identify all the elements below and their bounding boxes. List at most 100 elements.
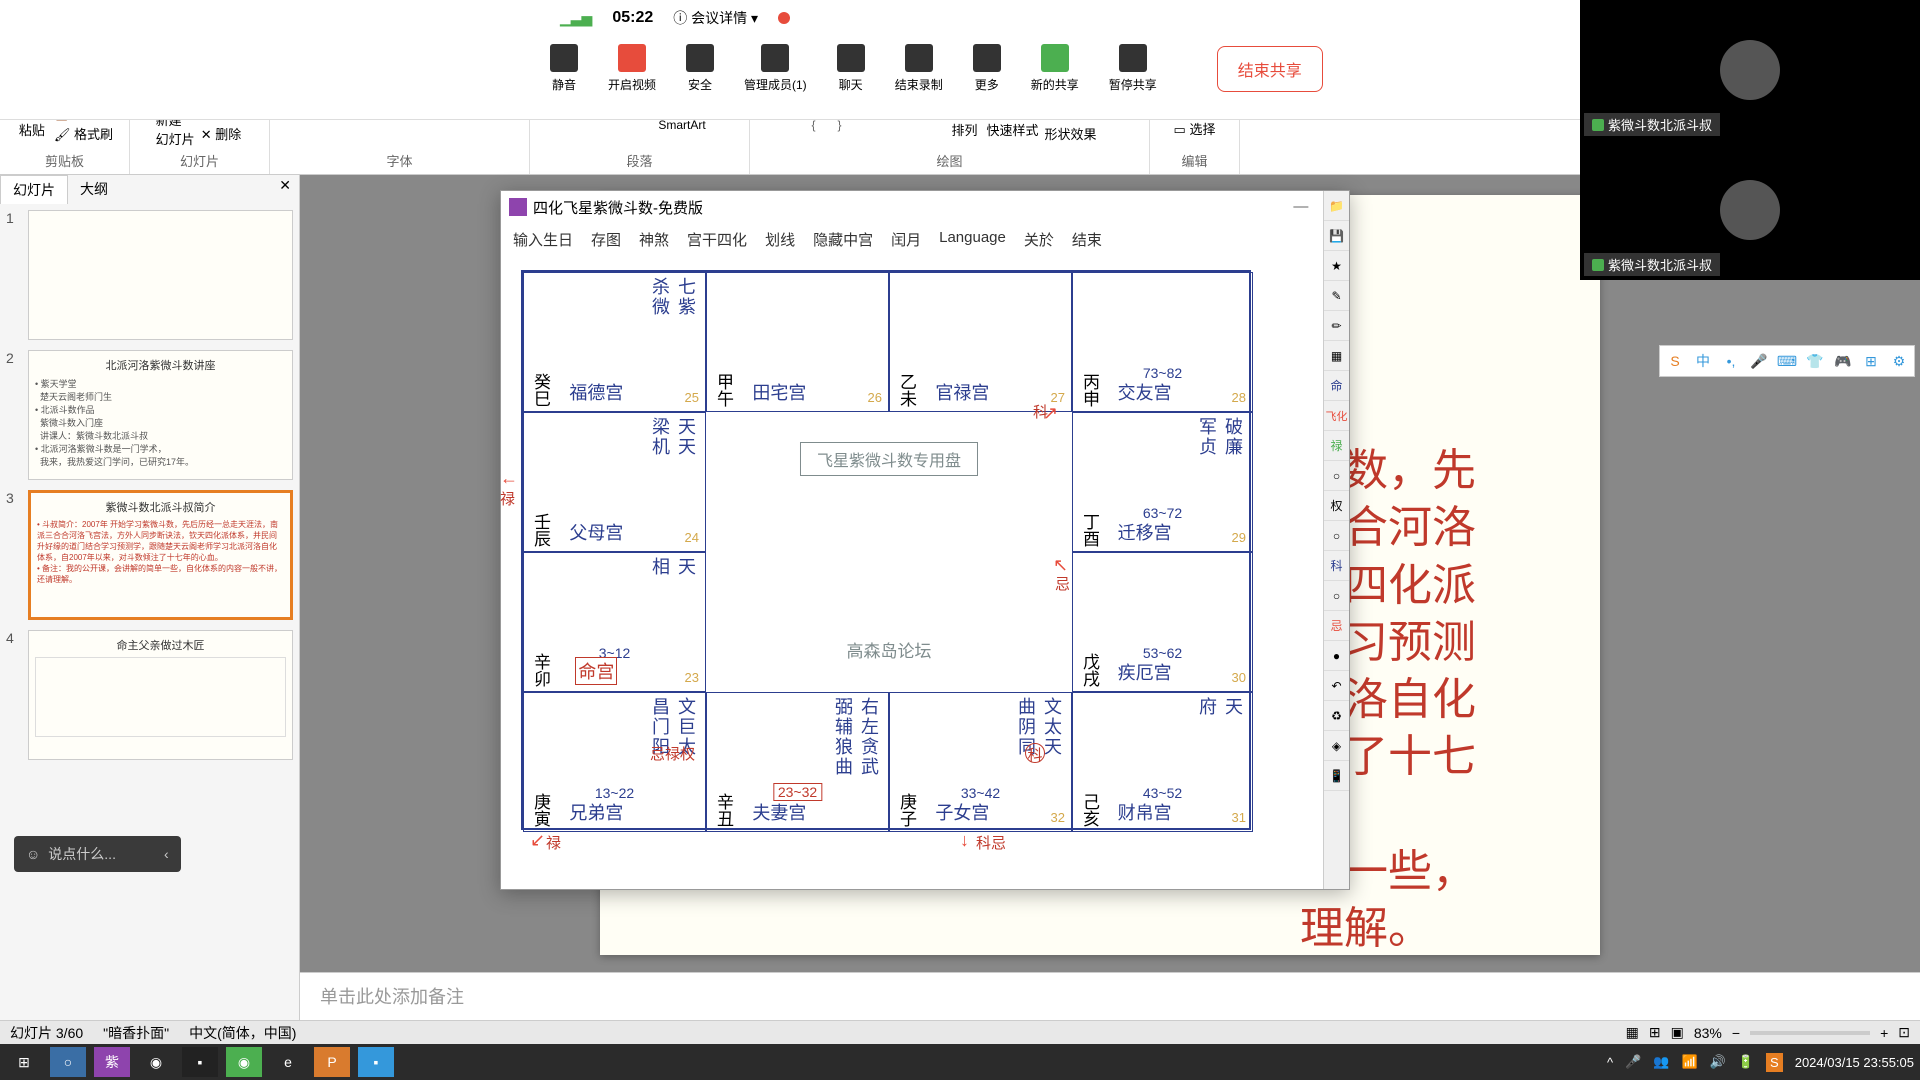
ime-voice-icon[interactable]: 🎤 (1748, 350, 1770, 372)
menu-shensha[interactable]: 神煞 (639, 229, 669, 250)
members-button[interactable]: 管理成员(1) (744, 44, 807, 93)
taskbar-browser[interactable]: e (270, 1047, 306, 1077)
taskbar-app[interactable]: ○ (50, 1047, 86, 1077)
notes-pane[interactable]: 单击此处添加备注 (300, 972, 1920, 1020)
side-undo-icon[interactable]: ↶ (1324, 671, 1349, 701)
menu-leap[interactable]: 闰月 (891, 229, 921, 250)
side-recycle-icon[interactable]: ♻ (1324, 701, 1349, 731)
say-something-bar[interactable]: ☺说点什么...‹ (14, 836, 181, 872)
pause-share-button[interactable]: 暂停共享 (1109, 44, 1157, 93)
palace-cell: 天 府 己亥 43~52 财帛宫 31 (1072, 692, 1253, 832)
side-feihua[interactable]: 飞化 (1324, 401, 1349, 431)
mic-icon (1592, 119, 1604, 131)
stop-record-button[interactable]: 结束录制 (895, 44, 943, 93)
view-slideshow-icon[interactable]: ▣ (1671, 1024, 1684, 1041)
ime-punct[interactable]: •, (1720, 350, 1742, 372)
video-button[interactable]: 开启视频 (608, 44, 656, 93)
ime-settings-icon[interactable]: ⚙ (1888, 350, 1910, 372)
security-button[interactable]: 安全 (686, 44, 714, 93)
fit-icon[interactable]: ⊡ (1898, 1024, 1910, 1041)
side-save-icon[interactable]: 💾 (1324, 221, 1349, 251)
video-participant[interactable]: 紫微斗数北派斗叔 (1580, 140, 1920, 280)
menu-lines[interactable]: 划线 (765, 229, 795, 250)
minimize-icon[interactable]: — (1293, 198, 1308, 216)
view-normal-icon[interactable]: ▦ (1626, 1024, 1639, 1041)
tray-mic-icon[interactable]: 🎤 (1625, 1054, 1641, 1070)
side-ji[interactable]: 忌 (1324, 611, 1349, 641)
side-quan[interactable]: 权 (1324, 491, 1349, 521)
slide-thumb[interactable]: 1 (6, 210, 293, 340)
window-title-bar[interactable]: 四化飞星紫微斗数-免费版 — ✕ (501, 191, 1349, 223)
zoom-out-icon[interactable]: − (1732, 1025, 1740, 1041)
menu-hide-center[interactable]: 隐藏中宫 (813, 229, 873, 250)
side-radio2[interactable]: ○ (1324, 521, 1349, 551)
ime-skin-icon[interactable]: 👕 (1804, 350, 1826, 372)
side-diamond-icon[interactable]: ◈ (1324, 731, 1349, 761)
taskbar-app[interactable]: 紫 (94, 1047, 130, 1077)
tray-datetime[interactable]: 2024/03/15 23:55:05 (1795, 1055, 1914, 1070)
side-mobile-icon[interactable]: 📱 (1324, 761, 1349, 791)
taskbar-ppt[interactable]: P (314, 1047, 350, 1077)
meeting-details-button[interactable]: ⓘ 会议详情 ▾ (673, 8, 758, 28)
delete-button[interactable]: ✕ 删除 (201, 124, 244, 143)
side-star-icon[interactable]: ★ (1324, 251, 1349, 281)
tray-ime-icon[interactable]: S (1766, 1053, 1783, 1072)
zoom-slider[interactable] (1750, 1031, 1870, 1035)
menu-language[interactable]: Language (939, 229, 1006, 250)
taskbar-wechat[interactable]: ◉ (226, 1047, 262, 1077)
ime-game-icon[interactable]: 🎮 (1832, 350, 1854, 372)
slide-thumb[interactable]: 4 命主父亲做过木匠 (6, 630, 293, 760)
side-ming[interactable]: 命 (1324, 371, 1349, 401)
tray-people-icon[interactable]: 👥 (1653, 1054, 1669, 1070)
side-ke[interactable]: 科 (1324, 551, 1349, 581)
tray-wifi-icon[interactable]: 📶 (1681, 1054, 1697, 1070)
taskbar-chrome[interactable]: ◉ (138, 1047, 174, 1077)
side-radio1[interactable]: ○ (1324, 461, 1349, 491)
side-open-icon[interactable]: 📁 (1324, 191, 1349, 221)
menu-input-birth[interactable]: 输入生日 (513, 229, 573, 250)
side-pen-icon[interactable]: ✎ (1324, 281, 1349, 311)
panel-tab-slides[interactable]: 幻灯片 (0, 175, 68, 204)
shape-effects-button[interactable]: 形状效果 (1045, 124, 1097, 143)
palace-cell: 乙未 官禄宫 27 (889, 272, 1072, 412)
view-sorter-icon[interactable]: ⊞ (1649, 1024, 1661, 1041)
side-lu[interactable]: 禄 (1324, 431, 1349, 461)
more-button[interactable]: 更多 (973, 44, 1001, 93)
menu-exit[interactable]: 结束 (1072, 229, 1102, 250)
side-radio4[interactable]: ● (1324, 641, 1349, 671)
start-button[interactable]: ⊞ (6, 1047, 42, 1077)
video-participant[interactable]: 紫微斗数北派斗叔 (1580, 0, 1920, 140)
slide-thumb[interactable]: 3 紫微斗数北派斗叔简介 • 斗叔简介：2007年 开始学习紫微斗数，先后历经一… (6, 490, 293, 620)
format-painter-button[interactable]: 🖌 格式刷 (54, 124, 113, 143)
menu-save-image[interactable]: 存图 (591, 229, 621, 250)
palace-cell: 戊戌 53~62 疾厄宫 30 ↖ 忌 (1072, 552, 1253, 692)
ime-keyboard-icon[interactable]: ⌨ (1776, 350, 1798, 372)
slide-thumb[interactable]: 2 北派河洛紫微斗数讲座 • 紫天学堂 楚天云阁老师门生 • 北派斗数作品 紫微… (6, 350, 293, 480)
center-forum: 高森岛论坛 (847, 637, 932, 662)
side-radio3[interactable]: ○ (1324, 581, 1349, 611)
ime-lang[interactable]: 中 (1692, 350, 1714, 372)
end-share-button[interactable]: 结束共享 (1217, 46, 1323, 92)
zoom-in-icon[interactable]: + (1880, 1025, 1888, 1041)
ime-grid-icon[interactable]: ⊞ (1860, 350, 1882, 372)
panel-tab-outline[interactable]: 大纲 (68, 175, 120, 204)
side-grid-icon[interactable]: ▦ (1324, 341, 1349, 371)
menu-sihua[interactable]: 宫干四化 (687, 229, 747, 250)
panel-close-icon[interactable]: ✕ (271, 175, 299, 204)
mute-button[interactable]: 静音 (550, 44, 578, 93)
side-pencil-icon[interactable]: ✏ (1324, 311, 1349, 341)
menu-about[interactable]: 关於 (1024, 229, 1054, 250)
taskbar-app[interactable]: ▪ (182, 1047, 218, 1077)
select-button[interactable]: ▭ 选择 (1174, 119, 1216, 138)
avatar (1720, 40, 1780, 100)
tray-chevron-icon[interactable]: ^ (1607, 1055, 1613, 1070)
ime-toolbar[interactable]: S 中 •, 🎤 ⌨ 👕 🎮 ⊞ ⚙ (1659, 345, 1915, 377)
tray-battery-icon[interactable]: 🔋 (1738, 1054, 1754, 1070)
signal-icon: ▁▃▅ (560, 10, 592, 27)
new-share-button[interactable]: 新的共享 (1031, 44, 1079, 93)
tray-volume-icon[interactable]: 🔊 (1710, 1054, 1726, 1070)
ime-logo-icon[interactable]: S (1664, 350, 1686, 372)
chat-button[interactable]: 聊天 (837, 44, 865, 93)
taskbar-meeting[interactable]: ▪ (358, 1047, 394, 1077)
zoom-percent[interactable]: 83% (1694, 1025, 1722, 1041)
